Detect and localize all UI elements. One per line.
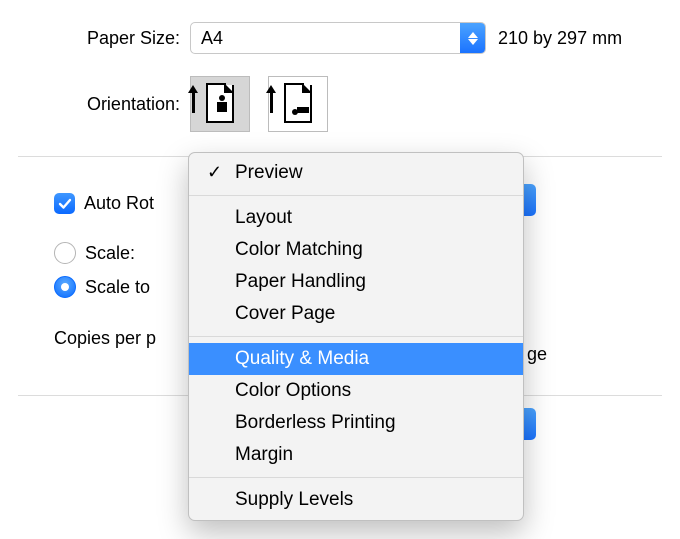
menu-separator <box>189 195 523 196</box>
menu-item-supply-levels[interactable]: Supply Levels <box>189 484 523 516</box>
paper-size-label: Paper Size: <box>40 28 190 49</box>
orientation-portrait-button[interactable] <box>190 76 250 132</box>
menu-item-label: Color Matching <box>235 239 363 260</box>
menu-item-quality-media[interactable]: Quality & Media <box>189 343 523 375</box>
auto-rotate-label: Auto Rot <box>84 193 154 214</box>
check-icon <box>58 197 72 211</box>
menu-item-layout[interactable]: Layout <box>189 202 523 234</box>
menu-item-borderless-printing[interactable]: Borderless Printing <box>189 407 523 439</box>
orientation-landscape-button[interactable] <box>268 76 328 132</box>
menu-separator <box>189 477 523 478</box>
scale-label: Scale: <box>85 243 135 264</box>
menu-item-color-matching[interactable]: Color Matching <box>189 234 523 266</box>
menu-item-label: Preview <box>235 162 303 183</box>
menu-item-cover-page[interactable]: Cover Page <box>189 298 523 330</box>
menu-item-label: Cover Page <box>235 303 335 324</box>
page-portrait-icon <box>206 85 234 123</box>
menu-item-label: Quality & Media <box>235 348 369 369</box>
menu-item-label: Margin <box>235 444 293 465</box>
menu-item-margin[interactable]: Margin <box>189 439 523 471</box>
updown-caret-icon <box>460 23 485 53</box>
scale-to-fit-trailing: ge <box>527 344 547 365</box>
menu-separator <box>189 336 523 337</box>
auto-rotate-checkbox[interactable] <box>54 193 75 214</box>
menu-item-label: Layout <box>235 207 292 228</box>
menu-item-color-options[interactable]: Color Options <box>189 375 523 407</box>
menu-item-label: Paper Handling <box>235 271 366 292</box>
scale-radio[interactable] <box>54 242 76 264</box>
menu-item-label: Supply Levels <box>235 489 353 510</box>
paper-size-select[interactable]: A4 <box>190 22 486 54</box>
menu-item-label: Color Options <box>235 380 351 401</box>
orientation-label: Orientation: <box>40 94 190 115</box>
paper-size-dimensions: 210 by 297 mm <box>498 28 622 49</box>
copies-per-page-label: Copies per p <box>54 328 156 349</box>
arrow-up-icon <box>270 91 273 113</box>
menu-item-paper-handling[interactable]: Paper Handling <box>189 266 523 298</box>
scale-to-fit-radio[interactable] <box>54 276 76 298</box>
scale-to-fit-label: Scale to <box>85 277 150 298</box>
page-landscape-icon <box>284 85 312 123</box>
menu-item-preview[interactable]: ✓ Preview <box>189 157 523 189</box>
arrow-up-icon <box>192 91 195 113</box>
paper-size-value: A4 <box>191 28 460 49</box>
check-icon: ✓ <box>207 162 222 183</box>
print-options-menu: ✓ Preview Layout Color Matching Paper Ha… <box>188 152 524 521</box>
menu-item-label: Borderless Printing <box>235 412 396 433</box>
